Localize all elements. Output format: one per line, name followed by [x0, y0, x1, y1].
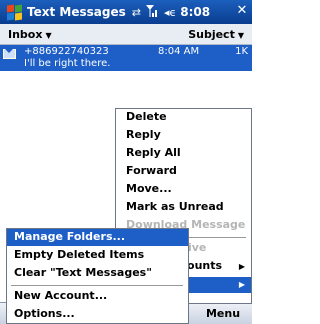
close-icon[interactable]: ✕	[234, 3, 250, 19]
clock[interactable]: 8:08	[180, 5, 210, 19]
menu-item-forward[interactable]: Forward	[126, 164, 177, 177]
menu-softkey[interactable]: Menu	[194, 303, 252, 324]
menu-divider	[11, 285, 183, 286]
menu-item-clear-messages[interactable]: Clear "Text Messages"	[14, 266, 152, 279]
folder-dropdown[interactable]: Inbox ▼	[8, 28, 52, 41]
chevron-right-icon: ▶	[238, 280, 245, 289]
menu-item-delete[interactable]: Delete	[126, 110, 167, 123]
menu-item-manage-folders[interactable]: Manage Folders...	[14, 230, 125, 243]
message-size: 1K	[235, 46, 248, 57]
signal-icon[interactable]	[145, 4, 159, 20]
list-header: Inbox ▼ Subject ▼	[0, 24, 252, 45]
title-bar: Text Messages ⇄ ◂ϵ 8:08 ✕	[0, 0, 252, 24]
sort-label: Subject	[188, 28, 235, 41]
menu-item-move[interactable]: Move...	[126, 182, 172, 195]
menu-item-reply[interactable]: Reply	[126, 128, 161, 141]
menu-item-new-account[interactable]: New Account...	[14, 289, 107, 302]
connectivity-icon[interactable]: ⇄	[132, 6, 141, 19]
window-title: Text Messages	[27, 5, 126, 19]
chevron-down-icon: ▼	[237, 31, 244, 40]
tools-submenu: Manage Folders... Empty Deleted Items Cl…	[6, 228, 189, 324]
list-item[interactable]: +886922740323 8:04 AM 1K I'll be right t…	[0, 45, 252, 71]
menu-item-mark-unread[interactable]: Mark as Unread	[126, 200, 224, 213]
start-icon[interactable]	[3, 2, 23, 22]
message-sender: +886922740323	[24, 46, 109, 57]
message-time: 8:04 AM	[158, 46, 200, 57]
sort-dropdown[interactable]: Subject ▼	[188, 28, 244, 41]
folder-label: Inbox	[8, 28, 43, 41]
menu-item-options[interactable]: Options...	[14, 307, 75, 320]
menu-item-reply-all[interactable]: Reply All	[126, 146, 181, 159]
chevron-down-icon: ▼	[45, 31, 52, 40]
volume-icon[interactable]: ◂ϵ	[164, 6, 176, 19]
message-preview: I'll be right there.	[24, 58, 111, 69]
chevron-right-icon: ▶	[238, 262, 245, 271]
menu-item-empty-deleted[interactable]: Empty Deleted Items	[14, 248, 144, 261]
envelope-icon	[3, 49, 16, 59]
